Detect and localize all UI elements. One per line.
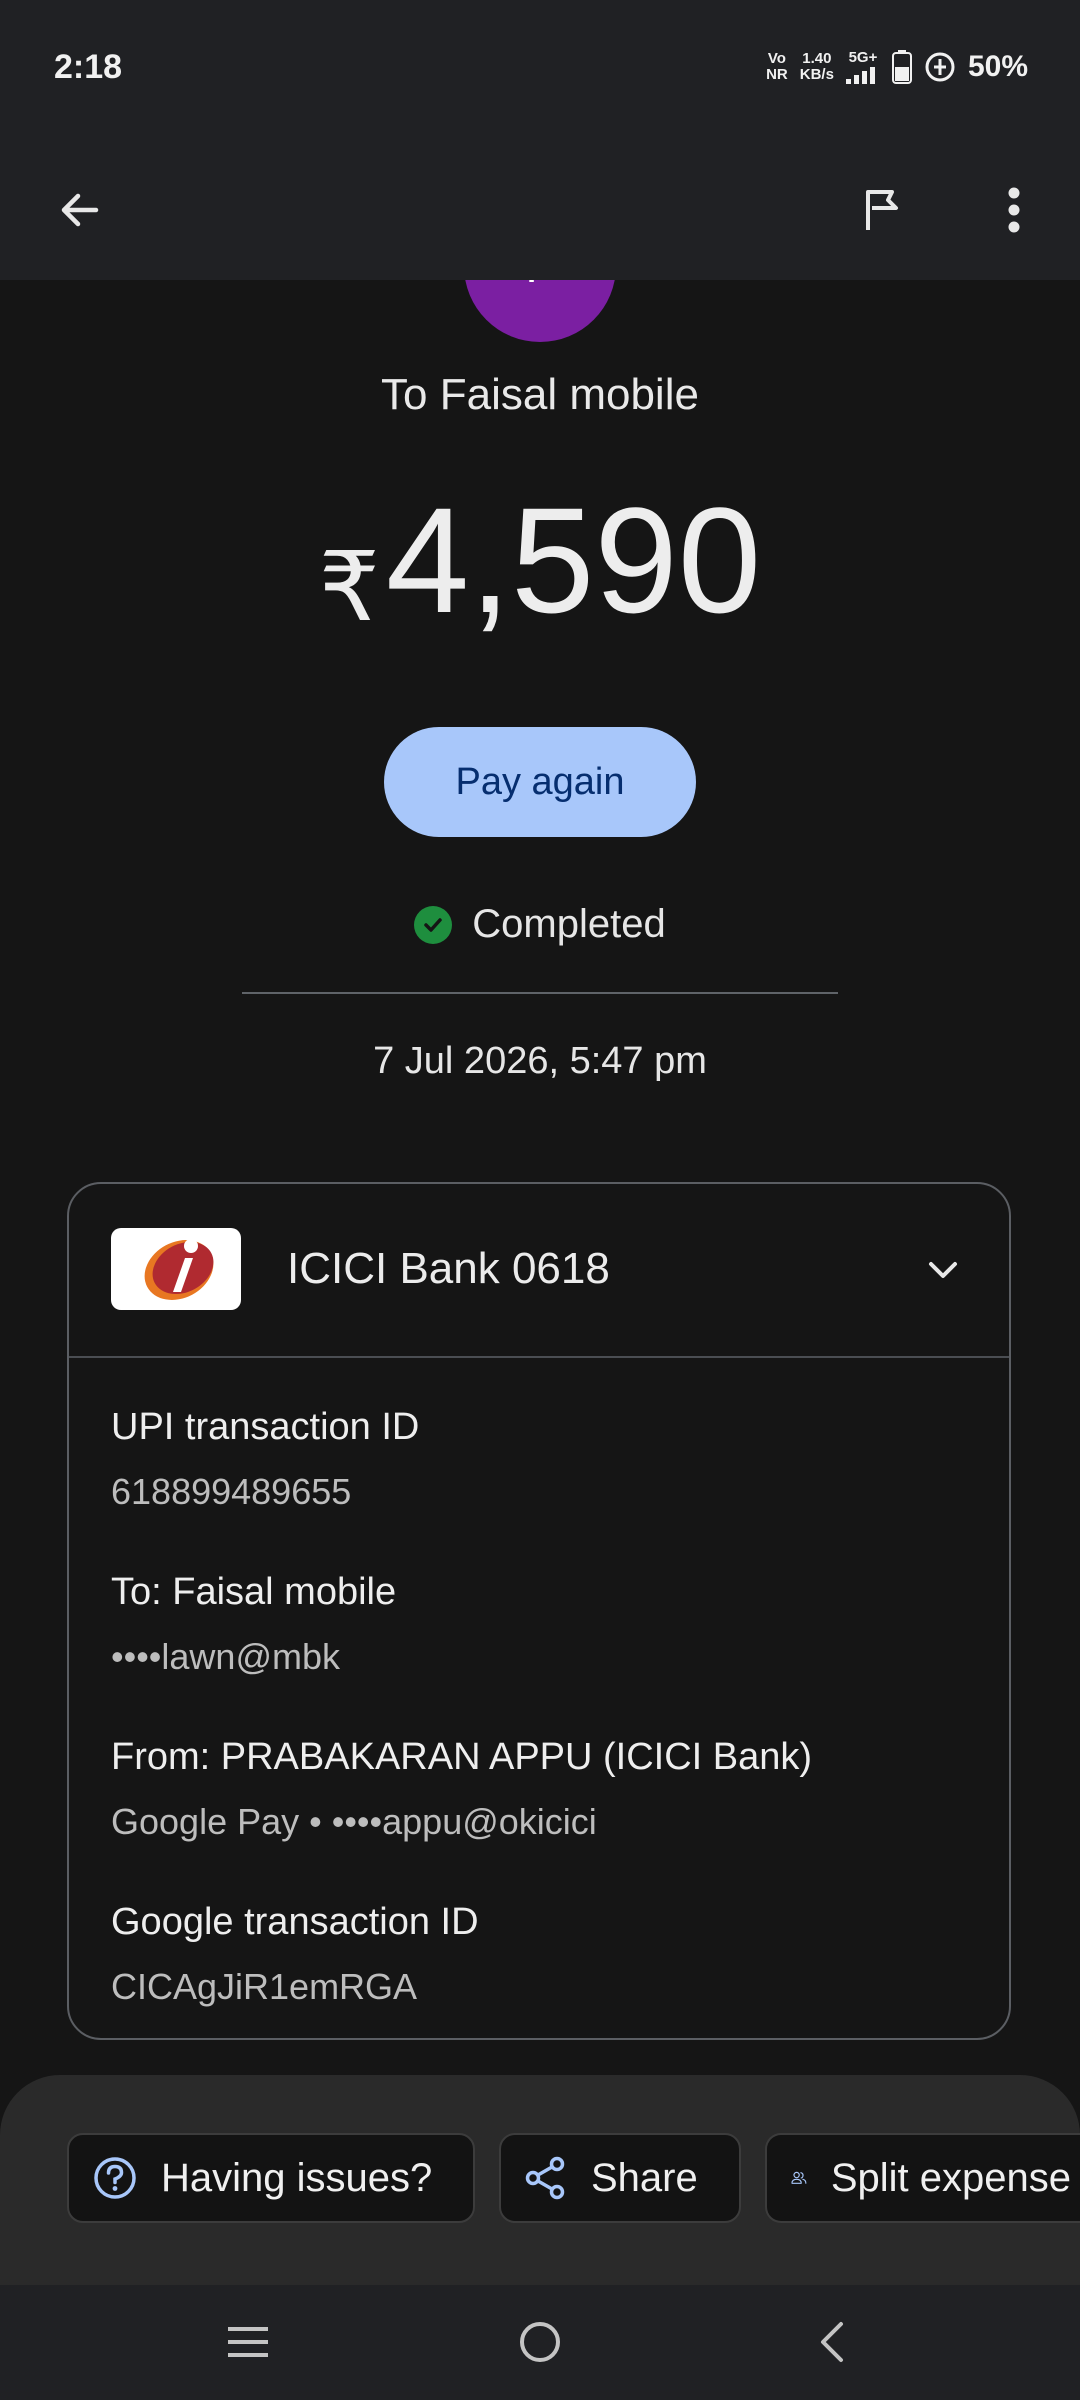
menu-icon — [228, 2327, 268, 2357]
app-bar — [0, 140, 1080, 280]
having-issues-button[interactable]: Having issues? — [67, 2133, 475, 2223]
flag-icon — [866, 190, 898, 230]
arrow-back-icon — [61, 193, 99, 227]
detail-label: To: Faisal mobile — [111, 1571, 397, 1613]
detail-value[interactable]: 618899489655 — [111, 1471, 419, 1513]
detail-label: UPI transaction ID — [111, 1406, 420, 1448]
home-circle-icon — [520, 2322, 560, 2362]
system-back-button[interactable] — [792, 2307, 872, 2377]
nav-back-icon — [821, 2322, 843, 2362]
recents-button[interactable] — [208, 2307, 288, 2377]
expand-button[interactable] — [919, 1246, 967, 1299]
pay-again-button[interactable]: Pay again — [384, 727, 696, 837]
share-button[interactable]: Share — [499, 2133, 741, 2223]
split-expense-button[interactable]: Split expense — [765, 2133, 1080, 2223]
check-circle-icon — [414, 905, 453, 944]
more-options-button[interactable] — [974, 170, 1054, 250]
home-button[interactable] — [500, 2307, 580, 2377]
status-bar: 2:18 Vo NR 1.40 KB/s 5G+ 50% — [0, 0, 1080, 140]
detail-value[interactable]: ••••lawn@mbk — [111, 1636, 396, 1678]
share-icon — [525, 2156, 565, 2200]
bank-name: ICICI Bank 0618 — [287, 1244, 610, 1293]
transaction-datetime: 7 Jul 2026, 5:47 pm — [373, 1040, 707, 1082]
help-icon — [94, 2157, 136, 2199]
more-vert-icon — [1008, 187, 1020, 233]
report-button[interactable] — [842, 170, 922, 250]
amount-value: 4,590 — [385, 476, 762, 644]
signal-icon: 5G+ — [845, 50, 880, 84]
divider — [242, 992, 838, 994]
action-sheet: Having issues? Share Split expense — [0, 2075, 1080, 2285]
sender-detail: From: PRABAKARAN APPU (ICICI Bank) Googl… — [111, 1736, 812, 1843]
status-time: 2:18 — [54, 48, 123, 86]
system-nav-bar — [0, 2285, 1080, 2400]
icici-logo-icon — [111, 1228, 241, 1310]
detail-label: From: PRABAKARAN APPU (ICICI Bank) — [111, 1736, 813, 1778]
bank-details-card: ICICI Bank 0618 UPI transaction ID 61889… — [67, 1182, 1011, 2040]
network-speed: 1.40 KB/s — [799, 50, 834, 83]
bank-header[interactable]: ICICI Bank 0618 — [69, 1184, 1009, 1358]
recipient-title: To Faisal mobile — [381, 370, 699, 419]
upi-transaction-id: UPI transaction ID 618899489655 — [111, 1406, 419, 1513]
currency-symbol: ₹ — [318, 534, 380, 641]
amount: ₹4,590 — [0, 470, 1080, 650]
avatar: F — [464, 280, 616, 342]
recipient-detail: To: Faisal mobile ••••lawn@mbk — [111, 1571, 396, 1678]
chevron-down-icon — [929, 1262, 957, 1278]
people-icon — [791, 2171, 807, 2184]
google-transaction-id: Google transaction ID CICAgJiR1emRGA — [111, 1901, 479, 2008]
status-icons: Vo NR 1.40 KB/s 5G+ 50% — [766, 50, 1028, 84]
status-row: Completed — [0, 902, 1080, 947]
transaction-details: F To Faisal mobile ₹4,590 Pay again Comp… — [0, 280, 1080, 2240]
detail-value[interactable]: CICAgJiR1emRGA — [111, 1966, 479, 2008]
detail-value[interactable]: Google Pay • ••••appu@okicici — [111, 1801, 812, 1843]
battery-icon — [891, 50, 912, 84]
detail-label: Google transaction ID — [111, 1901, 479, 1943]
volte-indicator: Vo NR — [766, 50, 788, 83]
battery-percent: 50% — [967, 50, 1028, 83]
back-button[interactable] — [40, 170, 120, 250]
data-saver-icon — [925, 52, 955, 82]
status-text: Completed — [472, 902, 666, 946]
